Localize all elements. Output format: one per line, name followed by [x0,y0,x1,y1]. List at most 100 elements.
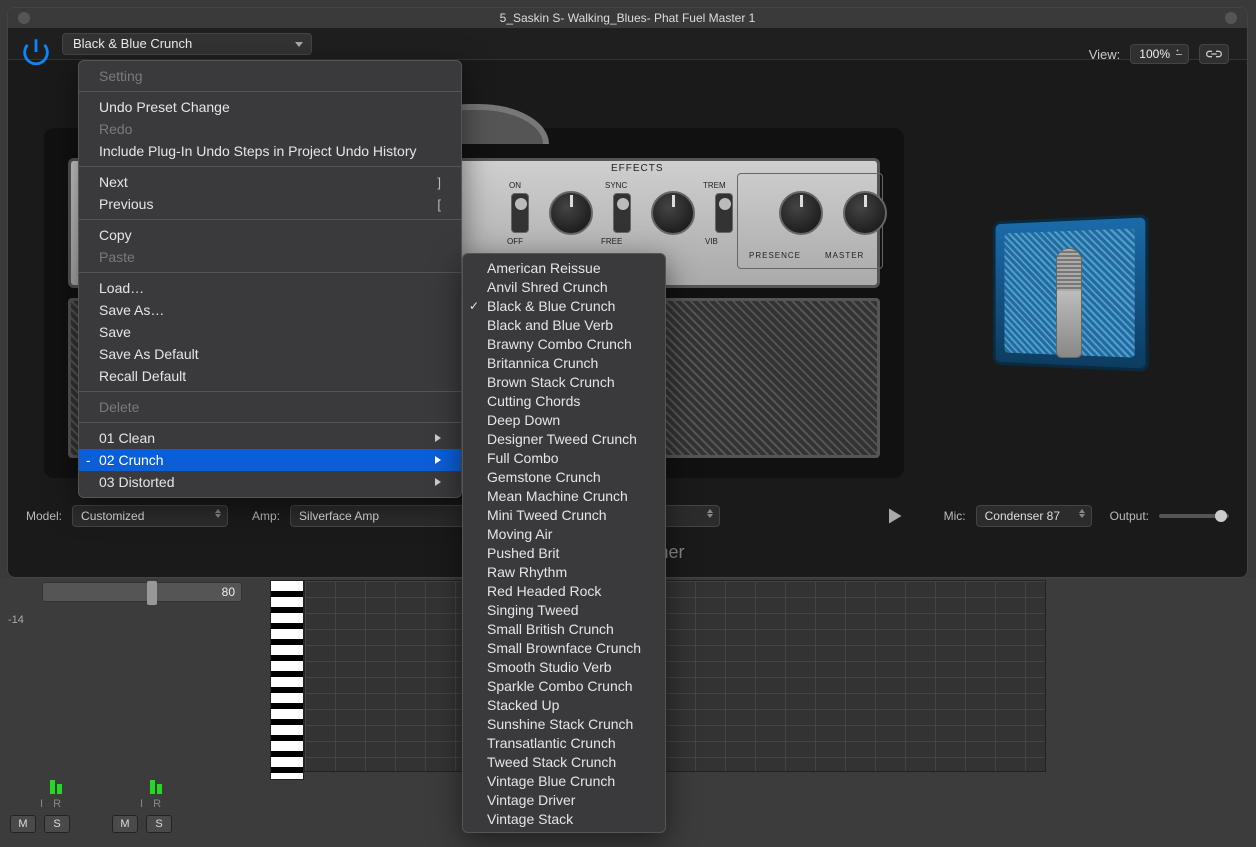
menu-previous[interactable]: Previous[ [79,193,461,215]
amp-label: Amp: [252,509,280,523]
menu-redo: Redo [79,118,461,140]
preset-item[interactable]: Britannica Crunch [463,353,665,372]
menu-undo-preset[interactable]: Undo Preset Change [79,96,461,118]
preset-item[interactable]: American Reissue [463,258,665,277]
input-routing-1: IR [40,798,61,810]
microphone[interactable] [1056,248,1082,358]
sync-free-switch[interactable] [613,193,631,233]
piano-keys[interactable] [270,580,304,780]
preset-item[interactable]: Singing Tweed [463,600,665,619]
preset-item[interactable]: Raw Rhythm [463,562,665,581]
level-meter-2 [150,770,180,794]
mic-select[interactable]: Condenser 87 [976,505,1092,527]
presence-knob[interactable] [779,191,823,235]
preset-item[interactable]: Small British Crunch [463,619,665,638]
preset-item[interactable]: Deep Down [463,410,665,429]
preset-item[interactable]: Mini Tweed Crunch [463,505,665,524]
menu-paste: Paste [79,246,461,268]
preset-item[interactable]: Full Combo [463,448,665,467]
play-icon[interactable] [884,506,904,526]
window-titlebar[interactable]: 5_Saskin S- Walking_Blues- Phat Fuel Mas… [8,8,1247,28]
preset-item[interactable]: Transatlantic Crunch [463,733,665,752]
preset-item[interactable]: Small Brownface Crunch [463,638,665,657]
preset-item[interactable]: Designer Tweed Crunch [463,429,665,448]
preset-item[interactable]: Gemstone Crunch [463,467,665,486]
trem-vib-switch[interactable] [715,193,733,233]
preset-item[interactable]: Pushed Brit [463,543,665,562]
preset-item[interactable]: Sunshine Stack Crunch [463,714,665,733]
mute-solo-row-1: M S [10,815,70,833]
preset-item[interactable]: ✓ Black & Blue Crunch [463,296,665,315]
db-marker: -14 [8,614,24,626]
preset-item[interactable]: Sparkle Combo Crunch [463,676,665,695]
preset-item-label: Black & Blue Crunch [487,298,615,314]
model-select[interactable]: Customized [72,505,228,527]
preset-item[interactable]: Mean Machine Crunch [463,486,665,505]
menu-copy[interactable]: Copy [79,224,461,246]
fader-handle[interactable] [147,581,157,605]
close-window-icon[interactable] [18,12,30,24]
depth-knob[interactable] [651,191,695,235]
menu-load[interactable]: Load… [79,277,461,299]
free-label: FREE [601,237,622,246]
menu-category-distorted[interactable]: 03 Distorted [79,471,461,493]
master-knob[interactable] [843,191,887,235]
menu-delete: Delete [79,396,461,418]
rate-knob[interactable] [549,191,593,235]
velocity-fader[interactable]: 80 [42,582,242,602]
preset-item[interactable]: Smooth Studio Verb [463,657,665,676]
solo-button-2[interactable]: S [146,815,172,833]
preset-item-label: Brown Stack Crunch [487,374,615,390]
preset-item[interactable]: Anvil Shred Crunch [463,277,665,296]
piano-grid[interactable] [304,580,1046,772]
effects-on-off-switch[interactable] [511,193,529,233]
preset-item-label: Britannica Crunch [487,355,598,371]
window-button-right[interactable] [1225,12,1237,24]
preset-item[interactable]: Vintage Driver [463,790,665,809]
preset-item[interactable]: Tweed Stack Crunch [463,752,665,771]
menu-next[interactable]: Next] [79,171,461,193]
mute-button-2[interactable]: M [112,815,138,833]
off-label: OFF [507,237,523,246]
preset-item[interactable]: Black and Blue Verb [463,315,665,334]
model-label: Model: [26,509,62,523]
preset-dropdown[interactable]: Black & Blue Crunch [62,33,312,55]
preset-item-label: Anvil Shred Crunch [487,279,608,295]
preset-item[interactable]: Stacked Up [463,695,665,714]
preset-item-label: Vintage Driver [487,792,575,808]
mute-button-1[interactable]: M [10,815,36,833]
preset-item[interactable]: Cutting Chords [463,391,665,410]
zoom-select[interactable]: 100% [1130,44,1189,64]
preset-item[interactable]: Brawny Combo Crunch [463,334,665,353]
preset-item[interactable]: Moving Air [463,524,665,543]
output-slider[interactable] [1159,514,1229,518]
menu-save-default[interactable]: Save As Default [79,343,461,365]
preset-item-label: Small British Crunch [487,621,614,637]
preset-item[interactable]: Vintage Blue Crunch [463,771,665,790]
preset-item-label: Vintage Stack [487,811,573,827]
link-icon[interactable] [1199,44,1229,64]
preset-item[interactable]: Vintage Stack [463,809,665,828]
preset-item-label: American Reissue [487,260,601,276]
menu-category-crunch[interactable]: -02 Crunch [79,449,461,471]
solo-button-1[interactable]: S [44,815,70,833]
preset-item-label: Sparkle Combo Crunch [487,678,633,694]
chevron-right-icon [435,434,441,442]
menu-separator [79,272,461,273]
power-icon[interactable] [18,34,54,70]
check-icon: ✓ [469,299,479,313]
fader-value: 80 [222,585,235,599]
menu-recall-default[interactable]: Recall Default [79,365,461,387]
menu-save-as[interactable]: Save As… [79,299,461,321]
preset-item-label: Full Combo [487,450,559,466]
menu-category-clean[interactable]: 01 Clean [79,427,461,449]
preset-item[interactable]: Red Headed Rock [463,581,665,600]
preset-item-label: Moving Air [487,526,552,542]
menu-separator [79,391,461,392]
menu-save[interactable]: Save [79,321,461,343]
menu-include-undo[interactable]: Include Plug-In Undo Steps in Project Un… [79,140,461,162]
preset-item[interactable]: Brown Stack Crunch [463,372,665,391]
preset-item-label: Deep Down [487,412,560,428]
vib-label: VIB [705,237,718,246]
menu-separator [79,219,461,220]
